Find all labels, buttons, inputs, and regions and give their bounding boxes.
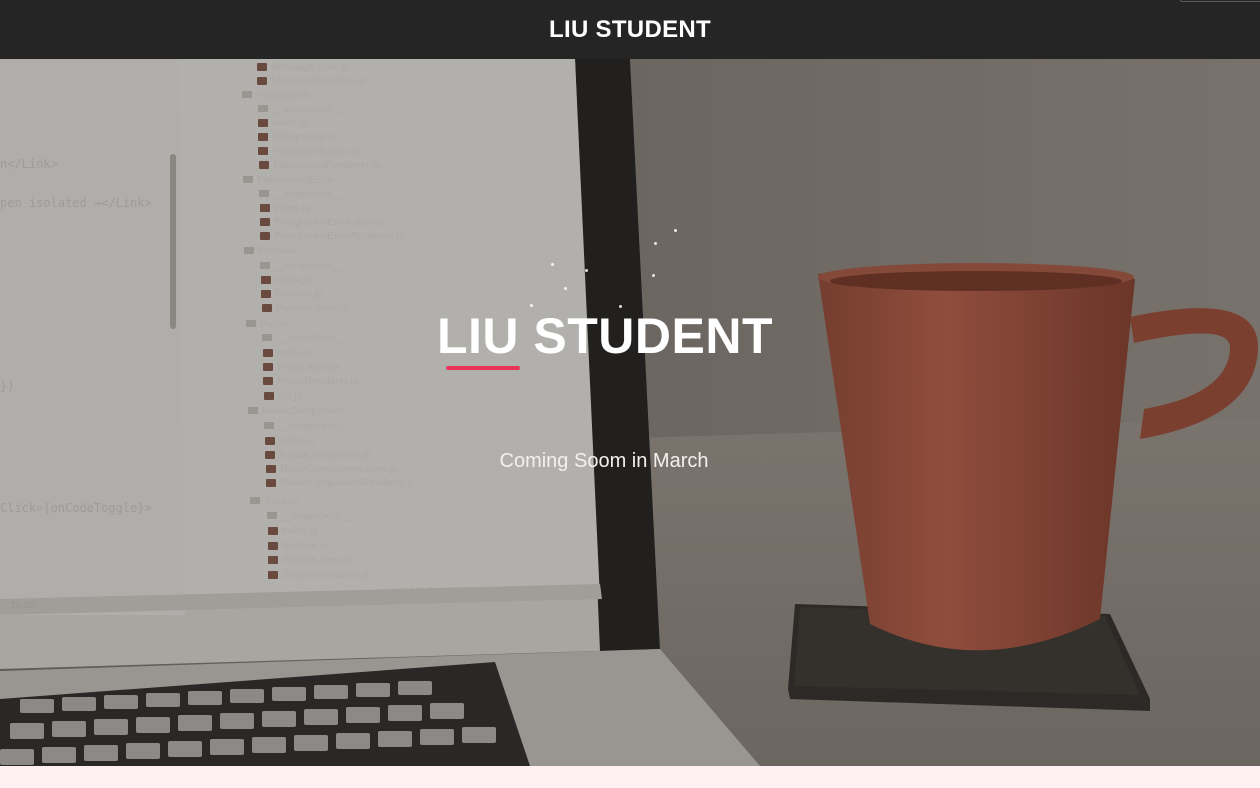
sparkle (585, 269, 588, 272)
title-underline-accent (446, 366, 520, 370)
navbar-corner-tab (1180, 0, 1260, 2)
sparkle (564, 287, 567, 290)
sparkle (654, 242, 657, 245)
hero-title: LIU STUDENT (436, 308, 774, 364)
top-navbar: LIU STUDENT (0, 0, 1260, 59)
sparkle (652, 274, 655, 277)
hero-dark-overlay (0, 59, 1260, 766)
hero-section: n</Link> pen isolated →</Link> }) Click=… (0, 59, 1260, 766)
sparkle (551, 263, 554, 266)
hero-subtitle: Coming Soom in March (499, 450, 709, 472)
sparkle (674, 229, 677, 232)
page-bottom-strip (0, 766, 1260, 788)
brand-logo[interactable]: LIU STUDENT (549, 16, 711, 44)
